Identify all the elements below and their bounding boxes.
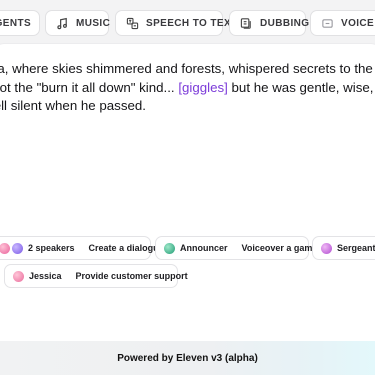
chip-speaker-label: 2 speakers [28, 243, 75, 253]
story-line: Not the "burn it all down" kind... [gigg… [0, 79, 375, 98]
chip-action-label: Create a dialogue [88, 243, 164, 253]
speaker-avatar-icon [12, 242, 23, 254]
tab-label: MUSIC [76, 17, 111, 29]
tab-agents[interactable]: AGENTS [0, 10, 40, 36]
tab-music[interactable]: MUSIC [45, 10, 111, 36]
powered-by-footer: Powered by Eleven v3 (alpha) [0, 341, 375, 375]
tab-label: SPEECH TO TEXT [146, 17, 238, 29]
chip-speaker-label: Sergeant [337, 243, 375, 253]
story-line: fell silent when he passed. [0, 98, 146, 113]
speaker-avatar-icon [0, 242, 10, 254]
story-line: ria, where skies shimmered and forests, … [0, 61, 375, 76]
tab-label: VOICE CL [341, 17, 375, 29]
tab-dubbing[interactable]: DUBBING [229, 10, 310, 36]
tab-label: AGENTS [0, 17, 32, 29]
chip-action-label: Provide customer support [75, 271, 188, 281]
tab-speech-to-text[interactable]: SPEECH TO TEXT [115, 10, 237, 36]
voice-clone-icon [322, 18, 333, 28]
dubbing-icon [240, 17, 251, 29]
tab-label: DUBBING [260, 17, 310, 29]
chip-customer-support[interactable]: Jessica Provide customer support [4, 264, 188, 288]
speaker-avatar-icon [164, 242, 175, 254]
audio-tag-giggles: [giggles] [178, 79, 228, 95]
speech-to-text-icon [126, 17, 139, 29]
chip-create-dialogue[interactable]: 2 speakers Create a dialogue [0, 236, 164, 260]
story-text[interactable]: ria, where skies shimmered and forests, … [0, 60, 375, 116]
speaker-avatar-icon [13, 270, 24, 282]
story-text-segment: but he was gentle, wise, with [231, 79, 375, 95]
chip-speaker-label: Jessica [29, 271, 62, 281]
footer-text: Powered by Eleven v3 (alpha) [117, 352, 258, 364]
chip-action-label: Voiceover a game [241, 243, 318, 253]
speaker-avatar-icon [321, 242, 332, 254]
feature-tabs-bar: AGENTS MUSIC SPEECH TO TEXT DUBBING [0, 0, 375, 48]
story-text-segment: Not the "burn it all down" kind... [0, 79, 179, 95]
music-note-icon [57, 17, 67, 29]
chip-sergeant[interactable]: Sergeant [312, 236, 375, 260]
tab-voice-clone[interactable]: VOICE CL [310, 10, 375, 36]
chip-speaker: Jessica [13, 270, 62, 282]
chip-voiceover-game[interactable]: Announcer Voiceover a game [155, 236, 317, 260]
chip-speaker: 2 speakers [0, 242, 75, 254]
chip-speaker: Sergeant [321, 242, 375, 254]
chip-speaker: Announcer [164, 242, 228, 254]
app-frame: AGENTS MUSIC SPEECH TO TEXT DUBBING [0, 0, 375, 375]
chip-speaker-label: Announcer [180, 243, 228, 253]
